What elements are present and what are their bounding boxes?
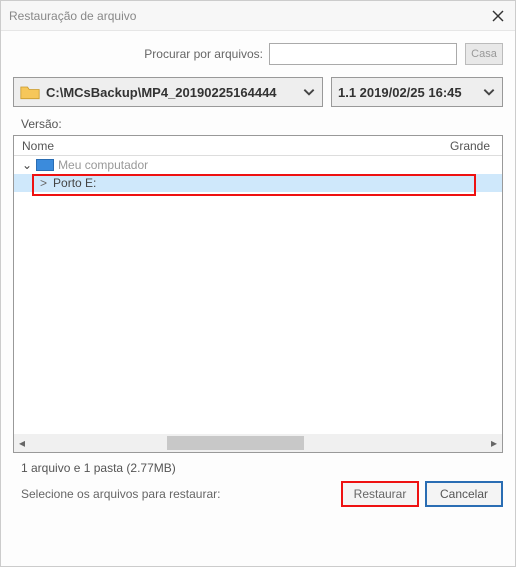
- column-grande[interactable]: Grande: [450, 139, 502, 153]
- titlebar: Restauração de arquivo: [1, 1, 515, 31]
- casa-button[interactable]: Casa: [465, 43, 503, 65]
- cancel-button[interactable]: Cancelar: [425, 481, 503, 507]
- backup-version-text: 1.1 2019/02/25 16:45: [338, 85, 478, 100]
- tree-header-row: Nome Grande: [14, 136, 502, 156]
- tree-node-porto-e[interactable]: > Porto E:: [14, 174, 502, 192]
- chevron-down-icon: [482, 85, 496, 99]
- footer: 1 arquivo e 1 pasta (2.77MB) Selecione o…: [1, 453, 515, 566]
- search-label: Procurar por arquivos:: [144, 47, 263, 61]
- version-label: Versão:: [1, 117, 515, 135]
- backup-path-text: C:\MCsBackup\MP4_20190225164444: [46, 85, 298, 100]
- chevron-right-icon: >: [40, 176, 47, 190]
- monitor-icon: [36, 159, 54, 171]
- scroll-thumb[interactable]: [167, 436, 304, 450]
- close-icon: [492, 10, 504, 22]
- footer-actions: Selecione os arquivos para restaurar: Re…: [21, 481, 503, 507]
- horizontal-scrollbar[interactable]: ◂ ▸: [14, 434, 502, 452]
- scroll-track[interactable]: [30, 435, 486, 451]
- backup-version-dropdown[interactable]: 1.1 2019/02/25 16:45: [331, 77, 503, 107]
- scroll-right-icon[interactable]: ▸: [486, 435, 502, 451]
- column-nome[interactable]: Nome: [14, 139, 450, 153]
- file-tree: Nome Grande ⌄ Meu computador > Porto E: …: [13, 135, 503, 453]
- chevron-down-icon: ⌄: [22, 158, 32, 172]
- dialog-title: Restauração de arquivo: [9, 9, 487, 23]
- footer-hint: Selecione os arquivos para restaurar:: [21, 487, 335, 501]
- close-button[interactable]: [487, 5, 509, 27]
- selection-status: 1 arquivo e 1 pasta (2.77MB): [21, 461, 503, 475]
- selectors-row: C:\MCsBackup\MP4_20190225164444 1.1 2019…: [1, 71, 515, 117]
- chevron-down-icon: [302, 85, 316, 99]
- file-restore-dialog: Restauração de arquivo Procurar por arqu…: [0, 0, 516, 567]
- search-row: Procurar por arquivos: Casa: [1, 31, 515, 71]
- tree-node-label: Porto E:: [53, 176, 96, 190]
- scroll-left-icon[interactable]: ◂: [14, 435, 30, 451]
- search-input[interactable]: [269, 43, 457, 65]
- folder-icon: [20, 83, 40, 101]
- tree-node-my-computer[interactable]: ⌄ Meu computador: [14, 156, 502, 174]
- tree-node-label: Meu computador: [58, 158, 148, 172]
- restore-button[interactable]: Restaurar: [341, 481, 419, 507]
- tree-content: ⌄ Meu computador > Porto E:: [14, 156, 502, 434]
- backup-path-dropdown[interactable]: C:\MCsBackup\MP4_20190225164444: [13, 77, 323, 107]
